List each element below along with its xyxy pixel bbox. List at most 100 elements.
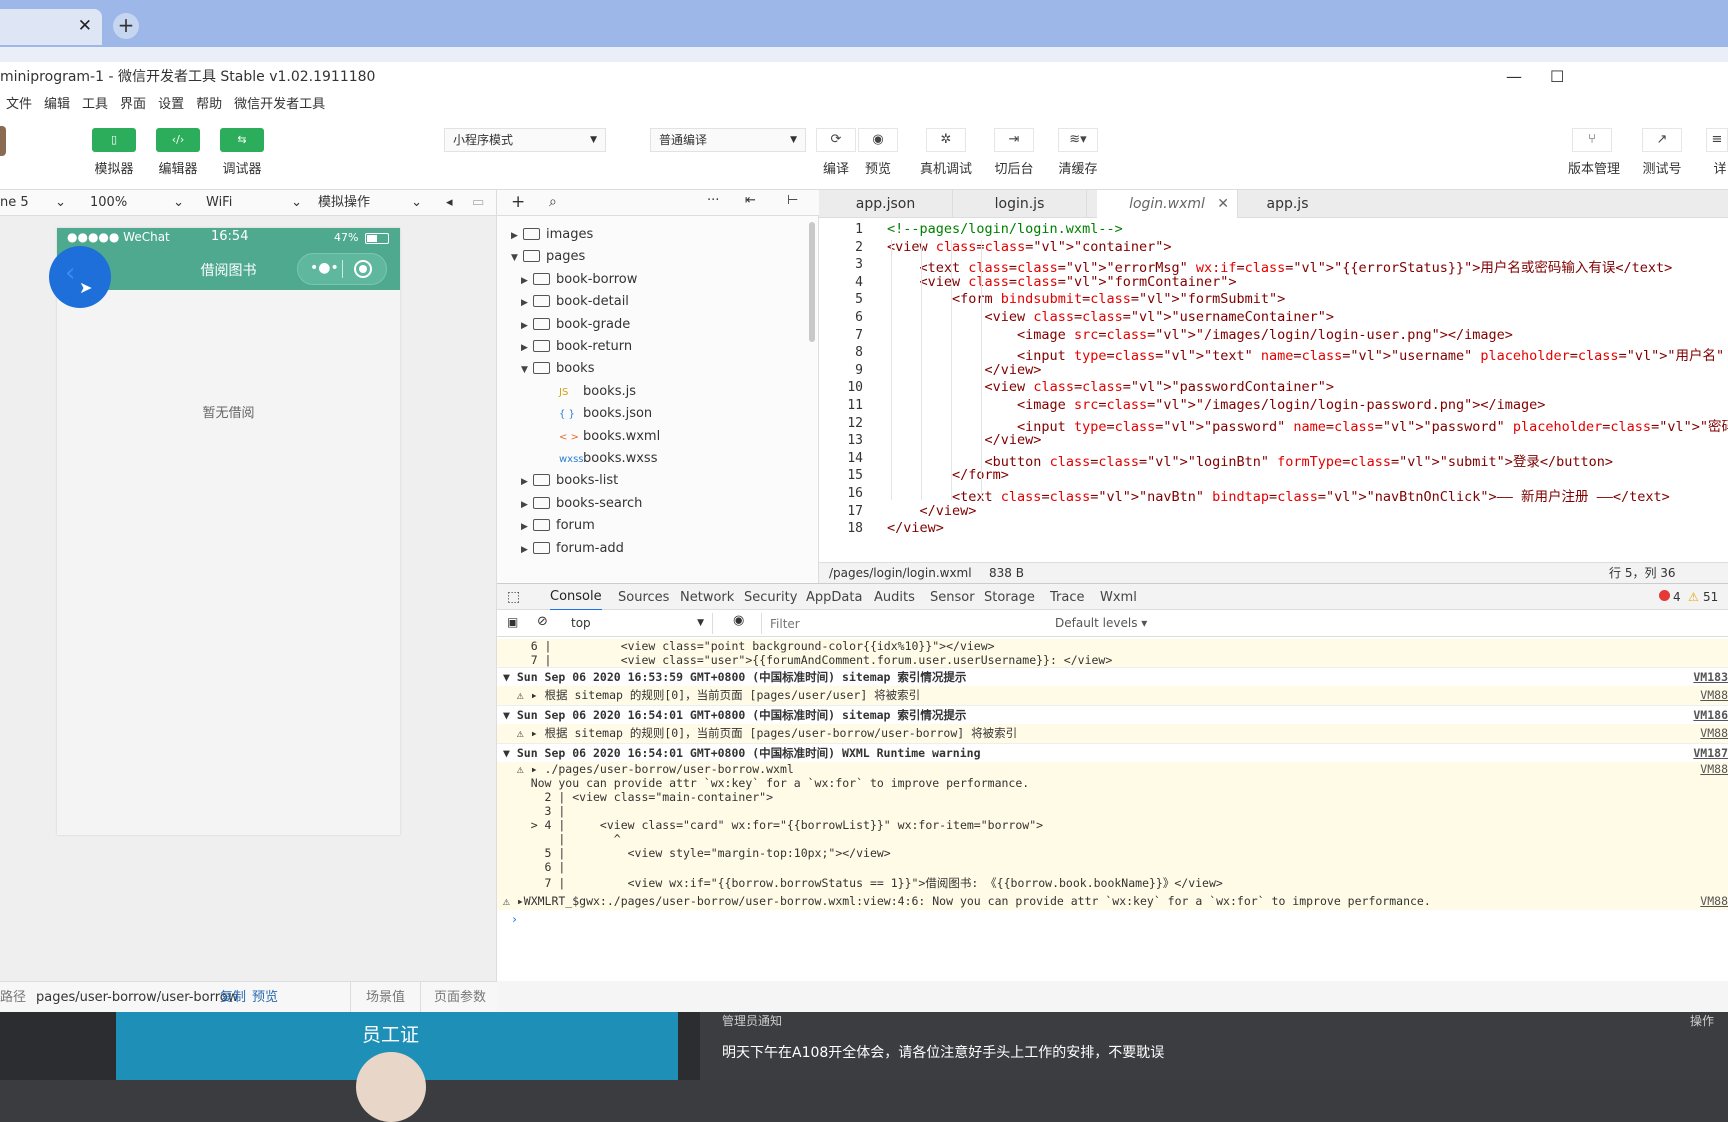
tree-item[interactable]: { } books.json [559, 402, 652, 426]
devtools-tab-appdata[interactable]: AppData [806, 584, 862, 611]
window-icon[interactable]: ▭ [472, 190, 484, 216]
source-link[interactable]: VM88 [1700, 724, 1728, 743]
tree-item[interactable]: ▶ images [511, 223, 593, 247]
capsule-menu[interactable]: •●• [297, 253, 387, 285]
menu-edit[interactable]: 编辑 [44, 92, 70, 118]
test-account-button[interactable]: ↗ [1642, 128, 1682, 152]
tree-item[interactable]: ▶ books-search [521, 492, 642, 516]
devtools-tab-sources[interactable]: Sources [618, 584, 669, 611]
tree-item[interactable]: ▼ pages [511, 245, 585, 269]
zoom-select[interactable]: 100% ⌄ [90, 190, 186, 216]
compile-button[interactable]: ⟳ [816, 128, 856, 152]
warning-count[interactable]: 51 [1703, 584, 1718, 611]
tree-item[interactable]: ▶ books-list [521, 469, 618, 493]
tree-item[interactable]: ▶ forum-add [521, 537, 624, 561]
caret-down-icon[interactable]: ▼ [511, 246, 523, 270]
menu-view[interactable]: 界面 [120, 92, 146, 118]
operation-select[interactable]: 模拟操作 ⌄ [318, 190, 424, 216]
devtools-tab-console[interactable]: Console [550, 584, 602, 611]
version-mgmt-button[interactable]: ⑂ [1572, 128, 1612, 152]
caret-right-icon[interactable]: ▶ [521, 314, 533, 338]
editor-toggle-button[interactable]: ‹/› [156, 128, 200, 152]
devtools-tab-security[interactable]: Security [744, 584, 797, 611]
tree-item[interactable]: JS books.js [559, 380, 636, 404]
caret-down-icon[interactable]: ▼ [521, 358, 533, 382]
eye-icon[interactable]: ◉ [733, 613, 744, 628]
device-select[interactable]: ne 5 ⌄ [0, 190, 70, 216]
network-select[interactable]: WiFi ⌄ [206, 190, 304, 216]
phone-screen[interactable]: ●●●●● WeChat 16:54 47% 借阅图书 •●• ‹ ➤ 暂无借阅 [49, 228, 400, 835]
preview-link[interactable]: 预览 [252, 982, 278, 1013]
context-select[interactable]: top ▼ [563, 613, 713, 634]
caret-right-icon[interactable]: ▶ [521, 470, 533, 494]
caret-right-icon[interactable]: ▶ [521, 291, 533, 315]
file-tree-scrollbar[interactable] [809, 222, 815, 342]
code-editor[interactable]: 1 <!--pages/login/login.wxml--> 2 <view cla… [819, 218, 1728, 562]
split-icon[interactable]: ⊢ [787, 193, 798, 208]
source-link[interactable]: VM88 [1700, 686, 1728, 705]
source-link[interactable]: VM88 [1700, 762, 1728, 776]
back-arrow-icon[interactable]: ‹ [65, 258, 75, 288]
sidebar-toggle-icon[interactable]: ▣ [507, 615, 518, 629]
menu-help[interactable]: 帮助 [196, 92, 222, 118]
inspect-icon[interactable]: ⬚ [507, 589, 520, 605]
devtools-tab-wxml[interactable]: Wxml [1100, 584, 1137, 611]
source-link[interactable]: VM88 [1700, 892, 1728, 910]
background-button[interactable]: ⇥ [994, 128, 1034, 152]
avatar[interactable] [0, 126, 6, 156]
maximize-icon[interactable]: ☐ [1550, 62, 1564, 92]
tree-item[interactable]: ▶ forum [521, 514, 595, 538]
scene-value[interactable]: 场景值 [366, 982, 405, 1013]
tab-close-icon[interactable]: ✕ [1217, 190, 1229, 218]
tab-login-wxml[interactable]: login.wxml ✕ [1097, 190, 1237, 219]
error-count[interactable]: 4 [1673, 584, 1681, 611]
copy-link[interactable]: 复制 [220, 982, 246, 1013]
tab-app-js[interactable]: app.js [1237, 190, 1337, 218]
source-link[interactable]: VM186 [1693, 706, 1728, 725]
tree-item[interactable]: ▼ books [521, 357, 594, 381]
mute-icon[interactable]: ◂ [446, 190, 453, 216]
menu-settings[interactable]: 设置 [158, 92, 184, 118]
real-device-debug-button[interactable]: ✲ [926, 128, 966, 152]
menu-tools[interactable]: 工具 [82, 92, 108, 118]
tree-item[interactable]: ▶ book-borrow [521, 268, 637, 292]
menu-file[interactable]: 文件 [6, 92, 32, 118]
source-link[interactable]: VM183 [1693, 668, 1728, 687]
compile-mode-select[interactable]: 普通编译 ▼ [650, 128, 806, 152]
more-icon[interactable]: ··· [707, 193, 719, 208]
address-bar[interactable] [0, 47, 1728, 62]
tab-app-json[interactable]: app.json [819, 190, 953, 218]
devtools-tab-storage[interactable]: Storage [984, 584, 1035, 611]
back-button-highlight[interactable]: ‹ ➤ [49, 246, 111, 308]
devtools-tab-trace[interactable]: Trace [1050, 584, 1085, 611]
caret-right-icon[interactable]: ▶ [521, 493, 533, 517]
collapse-icon[interactable]: ⇤ [745, 193, 756, 208]
tab-login-js[interactable]: login.js [953, 190, 1087, 218]
clear-console-icon[interactable]: ⊘ [537, 614, 548, 629]
tree-item[interactable]: ▶ book-return [521, 335, 632, 359]
caret-right-icon[interactable]: ▶ [521, 336, 533, 360]
caret-right-icon[interactable]: ▶ [521, 269, 533, 293]
debugger-toggle-button[interactable]: ⇆ [220, 128, 264, 152]
filter-input[interactable] [761, 613, 1041, 634]
new-tab-button[interactable]: + [113, 13, 139, 39]
tab-close-icon[interactable]: ✕ [78, 16, 92, 36]
preview-button[interactable]: ◉ [858, 128, 898, 152]
clear-cache-button[interactable]: ≋▾ [1058, 128, 1098, 152]
page-params[interactable]: 页面参数 [434, 982, 486, 1013]
mode-select[interactable]: 小程序模式 ▼ [444, 128, 606, 152]
simulator-toggle-button[interactable]: ▯ [92, 128, 136, 152]
tree-item[interactable]: wxssbooks.wxss [559, 447, 657, 471]
browser-tab[interactable]: ✕ [0, 9, 102, 45]
devtools-tab-audits[interactable]: Audits [874, 584, 915, 611]
console-group-header[interactable]: ▼ Sun Sep 06 2020 16:53:59 GMT+0800 (中国标… [497, 667, 1728, 686]
details-button[interactable]: ≡ [1706, 128, 1728, 152]
devtools-tab-network[interactable]: Network [680, 584, 734, 611]
source-link[interactable]: VM187 [1693, 744, 1728, 763]
search-icon[interactable]: ⌕ [549, 194, 557, 210]
more-icon[interactable]: •●• [310, 260, 339, 276]
add-icon[interactable]: + [511, 192, 525, 212]
caret-right-icon[interactable]: ▶ [521, 515, 533, 539]
minimize-icon[interactable]: — [1506, 62, 1522, 92]
console-group-header[interactable]: ▼ Sun Sep 06 2020 16:54:01 GMT+0800 (中国标… [497, 743, 1728, 762]
